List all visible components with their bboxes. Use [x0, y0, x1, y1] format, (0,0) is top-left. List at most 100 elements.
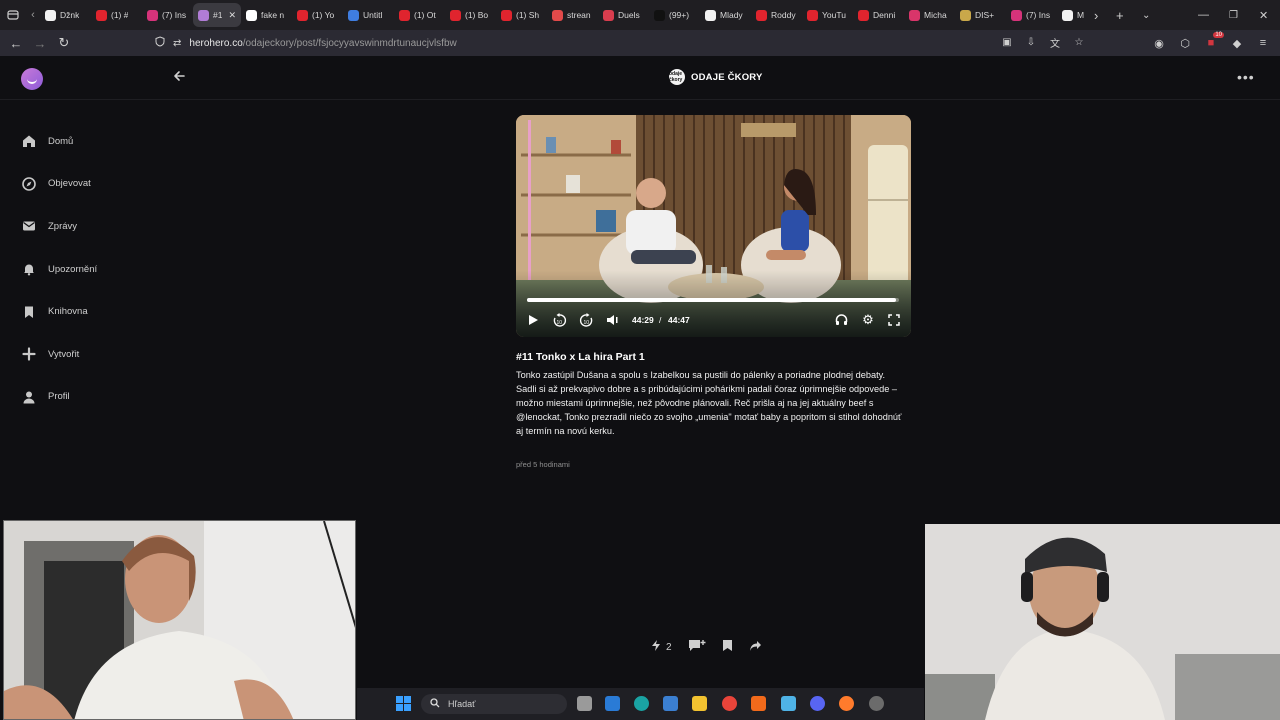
shield-icon[interactable] [155, 36, 165, 50]
tab-title: (1) Ot [414, 10, 436, 20]
discord-icon[interactable] [810, 696, 825, 711]
nav-item-bookmark[interactable]: Knihovna [21, 290, 97, 333]
browser-tab[interactable]: Džnk [40, 3, 91, 27]
taskbar-search[interactable]: Hľadať [421, 694, 567, 714]
bookmark-star-icon[interactable]: ☆ [1072, 35, 1086, 49]
firefox-icon[interactable] [839, 696, 854, 711]
tabs-scroll-left-icon[interactable]: ‹ [26, 9, 40, 21]
url-bar[interactable]: ⇄ herohero.co/odajeckory/post/fsjocyyavs… [155, 33, 1075, 53]
duration: 44:47 [668, 315, 690, 325]
account-icon[interactable]: ◉ [1152, 36, 1166, 50]
browser-tab[interactable]: (1) Ot [394, 3, 445, 27]
headphones-icon[interactable] [834, 313, 848, 327]
minimize-icon[interactable]: — [1198, 0, 1209, 30]
settings-app-icon[interactable] [869, 696, 884, 711]
browser-tab[interactable]: Roddy [751, 3, 802, 27]
video-progress-bar[interactable] [527, 298, 899, 302]
volume-icon[interactable] [605, 313, 619, 327]
nav-item-user[interactable]: Profil [21, 376, 97, 419]
tab-list: Džnk (1) # (7) Ins #1 ✕ fake n (1) Yo Untitl (1)… [40, 0, 1108, 30]
nav-item-plus[interactable]: Vytvořit [21, 333, 97, 376]
edge-icon[interactable] [634, 696, 649, 711]
tabs-scroll-right-icon[interactable]: › [1094, 0, 1098, 30]
browser-tab[interactable]: Micha [904, 3, 955, 27]
windows-start-icon[interactable] [396, 696, 411, 716]
tab-overview-icon[interactable] [0, 0, 26, 30]
save-page-icon[interactable]: ⇩ [1024, 35, 1038, 49]
browser-tab[interactable]: fake n [241, 3, 292, 27]
play-icon[interactable] [526, 313, 540, 327]
browser-tab[interactable]: (7) Ins [142, 3, 193, 27]
tab-favicon-icon [198, 9, 209, 21]
browser-tab[interactable]: (1) # [91, 3, 142, 27]
browser-tab[interactable]: (1) Yo [292, 3, 343, 27]
new-tab-icon[interactable]: + [1116, 0, 1124, 30]
creator-name[interactable]: ODAJE ČKORY [691, 72, 763, 83]
browser-tab[interactable]: M [1057, 3, 1108, 27]
browser-tab[interactable]: YouTu [802, 3, 853, 27]
share-button[interactable] [749, 640, 762, 655]
url-path: /odajeckory/post/fsjocyyavswinmdrtunaucj… [242, 37, 457, 49]
webcam-left [3, 520, 356, 720]
creator-header[interactable]: odaje čkory ODAJE ČKORY [669, 69, 763, 85]
site-settings-icon[interactable]: ⇄ [173, 38, 181, 49]
post-paragraph-1: Tonko zastúpil Dušana a spolu s Izabelko… [516, 370, 886, 380]
browser-tab[interactable]: DIS+ [955, 3, 1006, 27]
browser-tab[interactable]: (1) Sh [496, 3, 547, 27]
more-options-icon[interactable]: ••• [1237, 69, 1255, 85]
tab-title: Duels [618, 10, 640, 20]
rewind-10-icon[interactable]: 10 [551, 312, 567, 328]
video-player[interactable]: 10 10 44:29 / 44:47 ⚙ [516, 115, 911, 337]
browser-tab[interactable]: Denni [853, 3, 904, 27]
browser-tab[interactable]: #1 ✕ [193, 3, 241, 27]
nav-item-bell[interactable]: Upozornění [21, 248, 97, 291]
picture-in-picture-icon[interactable]: ▣ [1000, 35, 1014, 49]
nav-item-home[interactable]: Domů [21, 120, 97, 163]
forward-icon[interactable]: → [28, 36, 52, 51]
herohero-logo[interactable] [21, 68, 43, 90]
file-explorer-icon[interactable] [692, 696, 707, 711]
back-arrow-icon[interactable] [173, 69, 185, 86]
tab-favicon-icon [858, 9, 869, 21]
extensions-icon[interactable]: ⬡ [1178, 36, 1192, 50]
vpn-icon[interactable]: ◆ [1230, 36, 1244, 50]
browser-tab[interactable]: Untitl [343, 3, 394, 27]
reload-icon[interactable]: ↻ [52, 35, 76, 51]
extension-badge-count: 10 [1213, 32, 1224, 38]
tab-title: (1) Yo [312, 10, 335, 20]
browser-tab[interactable]: (1) Bo [445, 3, 496, 27]
browser-tab[interactable]: Mlady [700, 3, 751, 27]
notepad-icon[interactable] [781, 696, 796, 711]
save-button[interactable] [722, 639, 733, 655]
brave-icon[interactable] [751, 696, 766, 711]
browser-tab[interactable]: (99+) [649, 3, 700, 27]
translate-icon[interactable]: 文 [1048, 35, 1062, 50]
like-button[interactable]: 2 [650, 639, 672, 655]
nav-item-mail[interactable]: Zprávy [21, 205, 97, 248]
browser-tab[interactable]: (7) Ins [1006, 3, 1057, 27]
creator-avatar[interactable]: odaje čkory [669, 69, 685, 85]
menu-icon[interactable]: ≡ [1256, 36, 1270, 50]
settings-gear-icon[interactable]: ⚙ [861, 312, 875, 327]
store-icon[interactable] [605, 696, 620, 711]
photos-icon[interactable] [663, 696, 678, 711]
close-tab-icon[interactable]: ✕ [228, 10, 236, 21]
close-window-icon[interactable]: ✕ [1259, 0, 1268, 30]
nav-item-label: Domů [48, 135, 74, 147]
extension-badge-icon[interactable]: ■ 10 [1204, 32, 1224, 50]
forward-10-icon[interactable]: 10 [578, 312, 594, 328]
back-icon[interactable]: ← [4, 36, 28, 51]
video-progress-fill [527, 298, 897, 302]
browser-tab[interactable]: Duels [598, 3, 649, 27]
plus-icon [21, 347, 36, 362]
browser-tab[interactable]: strean [547, 3, 598, 27]
comment-button[interactable] [688, 639, 706, 655]
header-divider [0, 99, 1280, 100]
task-view-icon[interactable] [577, 696, 592, 711]
chrome-icon[interactable] [722, 696, 737, 711]
restore-icon[interactable]: ❐ [1229, 0, 1238, 30]
nav-item-compass[interactable]: Objevovat [21, 163, 97, 206]
tab-list-dropdown-icon[interactable]: ⌄ [1142, 0, 1150, 30]
fullscreen-icon[interactable] [887, 313, 901, 327]
tab-title: (1) Bo [465, 10, 489, 20]
